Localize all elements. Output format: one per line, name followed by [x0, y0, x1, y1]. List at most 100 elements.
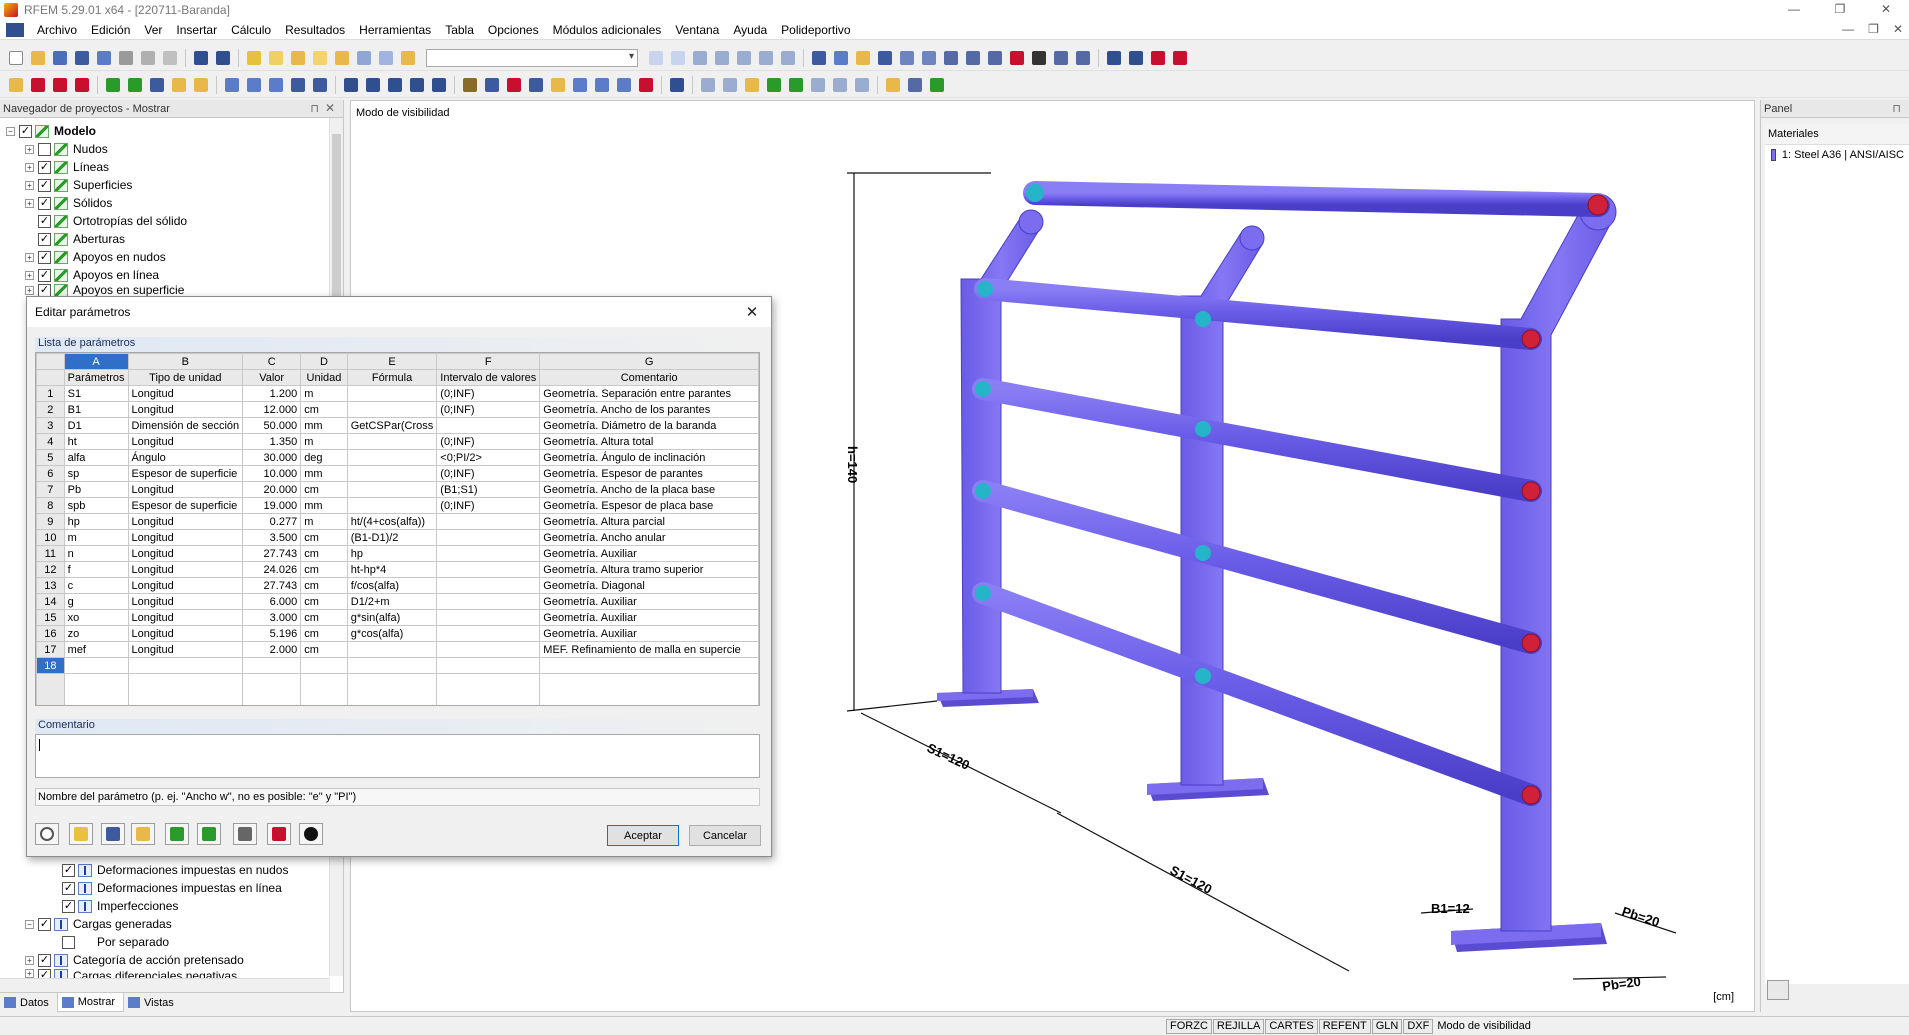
- edit-icon[interactable]: [244, 48, 264, 68]
- value-interval-cell[interactable]: (0;INF): [436, 497, 541, 514]
- value-cell[interactable]: 12.000: [242, 401, 302, 418]
- expand-icon[interactable]: +: [25, 198, 34, 208]
- menu-ventana[interactable]: Ventana: [668, 23, 726, 37]
- results-icon[interactable]: [690, 48, 710, 68]
- value-cell[interactable]: 19.000: [242, 497, 302, 514]
- expand-icon[interactable]: +: [25, 144, 34, 154]
- cancel-button[interactable]: Cancelar: [689, 825, 761, 846]
- table-row[interactable]: 7 Pb Longitud 20.000 cm (B1;S1) Geometría. Anc…: [36, 481, 759, 498]
- value-cell[interactable]: 3.500: [242, 529, 302, 546]
- import-icon[interactable]: [1126, 48, 1146, 68]
- polyline-icon[interactable]: [50, 75, 70, 95]
- tree-item-nudos[interactable]: + Nudos: [25, 140, 108, 158]
- mdi-restore-button[interactable]: ❐: [1868, 22, 1879, 36]
- table-row[interactable]: 16 zo Longitud 5.196 cm g*cos(alfa) Geometría.…: [36, 625, 759, 642]
- close-icon[interactable]: ✕: [325, 101, 335, 115]
- axis-icon[interactable]: [482, 75, 502, 95]
- column-letter[interactable]: G: [539, 353, 759, 370]
- maximize-button[interactable]: ❐: [1817, 0, 1863, 20]
- material-item[interactable]: 1: Steel A36 | ANSI/AISC: [1765, 145, 1909, 165]
- unit-type-cell[interactable]: Longitud: [127, 481, 244, 498]
- comment-cell[interactable]: Geometría. Ancho de la placa base: [539, 481, 759, 498]
- checkbox[interactable]: ✓: [38, 917, 51, 931]
- import-excel-button[interactable]: [165, 823, 189, 845]
- table-row[interactable]: 18: [36, 657, 759, 674]
- tree-item-categoria-pretensado[interactable]: + ✓ Categoría de acción pretensado: [25, 951, 244, 969]
- rail-top[interactable]: [1023, 181, 1610, 217]
- column-letter[interactable]: C: [242, 353, 302, 370]
- hinge-icon[interactable]: [125, 75, 145, 95]
- display-icon[interactable]: [548, 75, 568, 95]
- menu-edicion[interactable]: Edición: [84, 23, 137, 37]
- value-cell[interactable]: [242, 657, 302, 674]
- view-y-icon[interactable]: [592, 75, 612, 95]
- member-icon[interactable]: [72, 75, 92, 95]
- tree-item-apoyos-linea[interactable]: + ✓ Apoyos en línea: [25, 266, 159, 284]
- menu-modulos-adicionales[interactable]: Módulos adicionales: [546, 23, 669, 37]
- block-list-icon[interactable]: [310, 75, 330, 95]
- search-icon[interactable]: [266, 48, 286, 68]
- cut-icon[interactable]: [266, 75, 286, 95]
- animation-icon[interactable]: [778, 48, 798, 68]
- table-row[interactable]: 4 ht Longitud 1.350 m (0;INF) Geometría. Altur…: [36, 433, 759, 450]
- column-letter[interactable]: E: [346, 353, 438, 370]
- unit-cell[interactable]: mm: [300, 417, 348, 434]
- tree-item-cargas-diferenciales[interactable]: + ✓ Cargas diferenciales negativas: [25, 969, 237, 978]
- visibility-icon[interactable]: [853, 48, 873, 68]
- parameter-name-cell[interactable]: [63, 657, 129, 674]
- unit-type-cell[interactable]: Longitud: [127, 513, 244, 530]
- checkbox[interactable]: ✓: [38, 214, 51, 228]
- table-row[interactable]: 11 n Longitud 27.743 cm hp Geometría. Auxiliar: [36, 545, 759, 562]
- tree-item-modelo[interactable]: − ✓ Modelo: [6, 122, 96, 140]
- checkbox[interactable]: ✓: [38, 953, 51, 967]
- formula-cell[interactable]: [346, 433, 438, 450]
- formula-cell[interactable]: [346, 641, 438, 658]
- print-graphic-icon[interactable]: [160, 48, 180, 68]
- expand-icon[interactable]: +: [25, 252, 34, 262]
- print-icon[interactable]: [116, 48, 136, 68]
- free-load-icon[interactable]: [429, 75, 449, 95]
- value-interval-cell[interactable]: [436, 593, 541, 610]
- parameter-name-cell[interactable]: zo: [63, 625, 129, 642]
- parameter-name-cell[interactable]: m: [63, 529, 129, 546]
- collapse-icon[interactable]: −: [6, 126, 15, 136]
- comment-cell[interactable]: Geometría. Espesor de parantes: [539, 465, 759, 482]
- formula-cell[interactable]: [346, 657, 438, 674]
- formula-cell[interactable]: [346, 497, 438, 514]
- unit-type-cell[interactable]: Longitud: [127, 625, 244, 642]
- comment-cell[interactable]: Geometría. Ángulo de inclinación: [539, 449, 759, 466]
- table-row[interactable]: 13 c Longitud 27.743 cm f/cos(alfa) Geometría.…: [36, 577, 759, 594]
- parameter-name-cell[interactable]: S1: [63, 385, 129, 402]
- checkbox[interactable]: ✓: [38, 268, 51, 282]
- document-menu-icon[interactable]: [6, 22, 24, 37]
- unit-type-cell[interactable]: Espesor de superficie: [127, 497, 244, 514]
- unit-type-cell[interactable]: Longitud: [127, 433, 244, 450]
- menu-resultados[interactable]: Resultados: [278, 23, 352, 37]
- previous-icon[interactable]: [646, 48, 666, 68]
- menu-insertar[interactable]: Insertar: [169, 23, 224, 37]
- value-interval-cell[interactable]: [436, 545, 541, 562]
- info-icon[interactable]: [1029, 48, 1049, 68]
- support-icon[interactable]: [103, 75, 123, 95]
- layer-icon[interactable]: [786, 75, 806, 95]
- menu-tabla[interactable]: Tabla: [438, 23, 481, 37]
- table-row[interactable]: 9 hp Longitud 0.277 m ht/(4+cos(alfa)) Geometr…: [36, 513, 759, 530]
- unit-type-cell[interactable]: Longitud: [127, 385, 244, 402]
- calculator-button[interactable]: [233, 823, 257, 845]
- checkbox[interactable]: ✓: [38, 178, 51, 192]
- checkbox[interactable]: ✓: [38, 250, 51, 264]
- value-cell[interactable]: 10.000: [242, 465, 302, 482]
- table-row[interactable]: 10 m Longitud 3.500 cm (B1-D1)/2 Geometría. An…: [36, 529, 759, 546]
- checkbox[interactable]: ✓: [19, 124, 32, 138]
- parameter-name-cell[interactable]: xo: [63, 609, 129, 626]
- formula-cell[interactable]: hp: [346, 545, 438, 562]
- expand-icon[interactable]: +: [25, 180, 34, 190]
- solid-icon[interactable]: [222, 75, 242, 95]
- line-icon[interactable]: [28, 75, 48, 95]
- snap-icon[interactable]: [460, 75, 480, 95]
- edit-formula-button[interactable]: [69, 823, 93, 845]
- open-model-icon[interactable]: [50, 48, 70, 68]
- tree-item-aberturas[interactable]: ✓ Aberturas: [38, 230, 125, 248]
- close-window-button[interactable]: ✕: [1863, 0, 1909, 20]
- panel-icon[interactable]: [376, 48, 396, 68]
